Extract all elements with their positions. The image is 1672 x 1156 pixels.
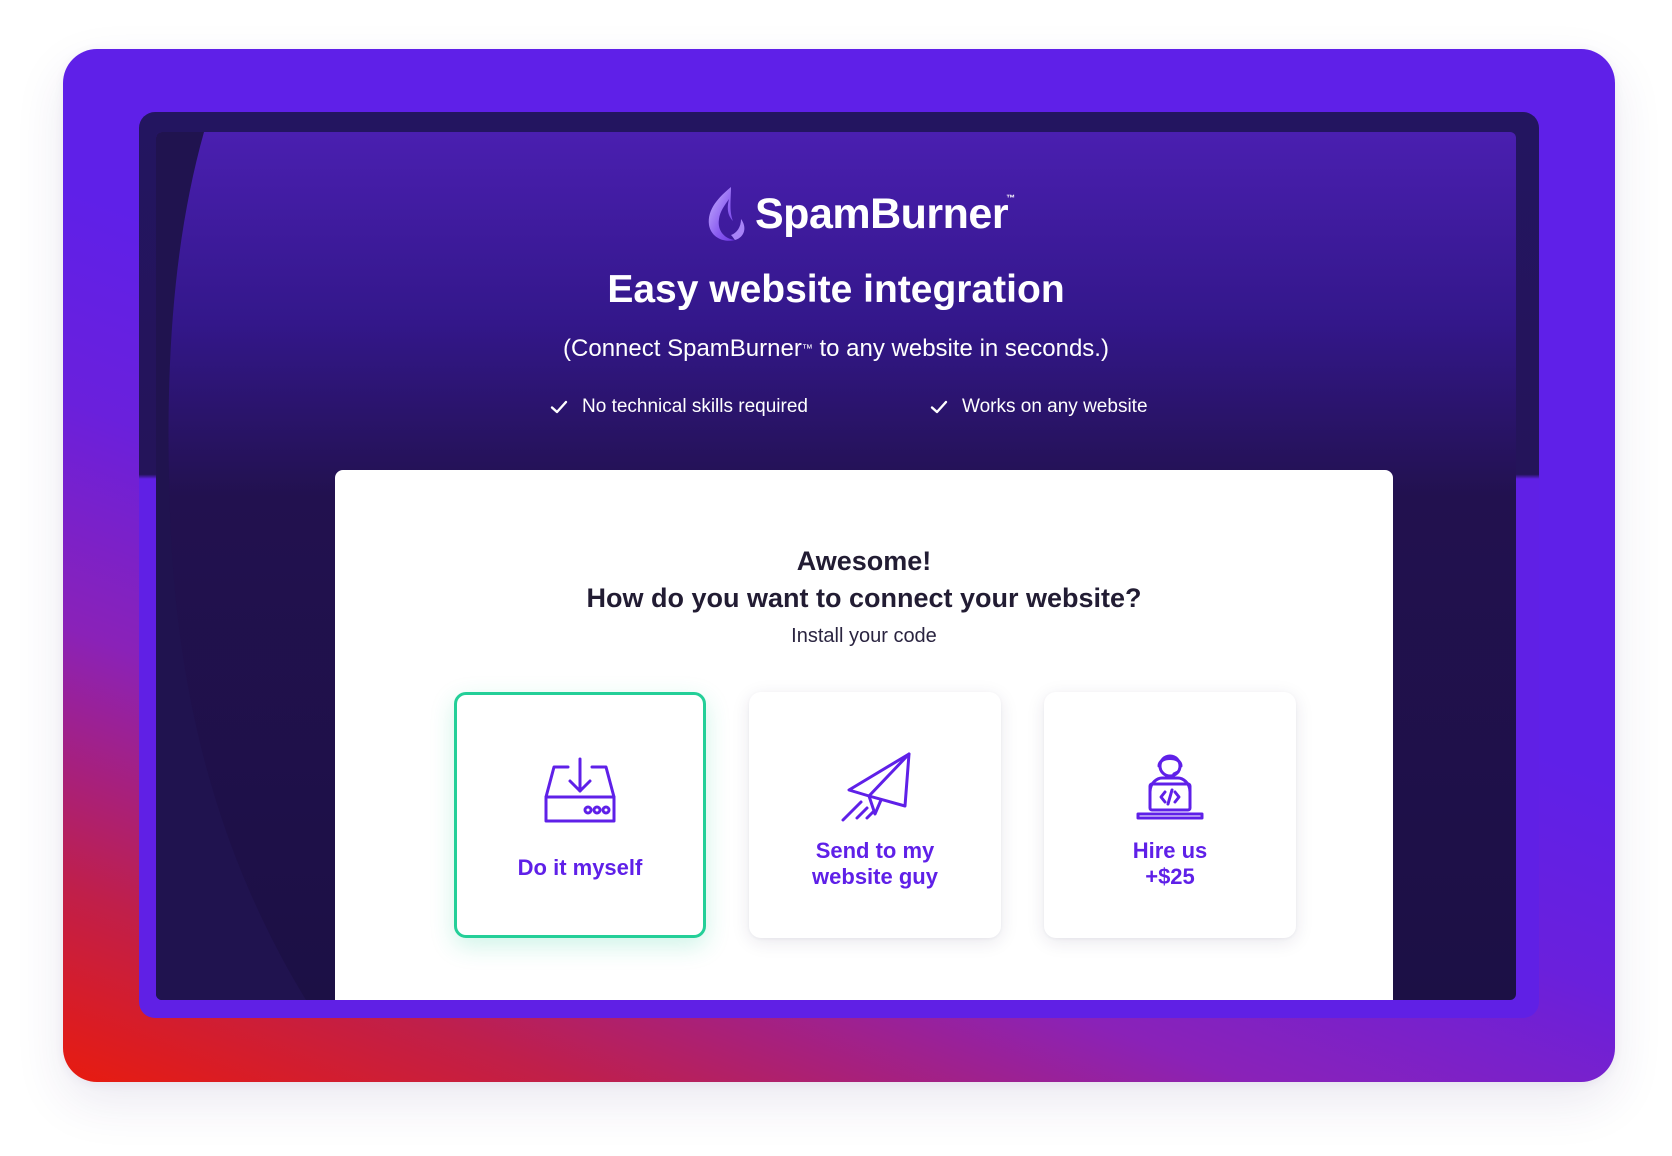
option-hire-us[interactable]: Hire us +$25 — [1044, 692, 1296, 938]
option-send-to-website-guy[interactable]: Send to my website guy — [749, 692, 1001, 938]
flame-icon — [708, 187, 745, 241]
card-title: Awesome! How do you want to connect your… — [586, 546, 1142, 613]
page-title: Easy website integration — [607, 268, 1065, 311]
feature-label: No technical skills required — [582, 396, 808, 417]
card-subtitle: Install your code — [791, 625, 937, 647]
page-subtitle: (Connect SpamBurner™ to any website in s… — [563, 335, 1109, 362]
option-label: Send to my website guy — [812, 838, 938, 889]
feature-list: No technical skills required Works on an… — [156, 396, 1516, 426]
option-do-it-myself[interactable]: Do it myself — [454, 692, 706, 938]
option-label: Hire us +$25 — [1132, 838, 1208, 889]
check-icon — [930, 400, 948, 414]
feature-item-any-website: Works on any website — [930, 396, 1148, 418]
option-label: Do it myself — [517, 855, 643, 880]
paper-plane-icon — [841, 752, 911, 822]
integration-page: SpamBurner ™ Easy website integration (C… — [156, 132, 1516, 1000]
developer-laptop-icon — [1136, 754, 1204, 820]
feature-item-no-skills: No technical skills required — [550, 396, 808, 418]
feature-label: Works on any website — [962, 396, 1148, 417]
spamburner-logo: SpamBurner ™ — [705, 184, 1015, 244]
brand-trademark: ™ — [1006, 193, 1016, 203]
screen-frame: SpamBurner ™ Easy website integration (C… — [139, 112, 1539, 1018]
download-drive-icon — [544, 757, 616, 823]
connect-card: Awesome! How do you want to connect your… — [335, 470, 1393, 1000]
check-icon — [550, 400, 568, 414]
brand-name: SpamBurner — [755, 189, 1009, 238]
